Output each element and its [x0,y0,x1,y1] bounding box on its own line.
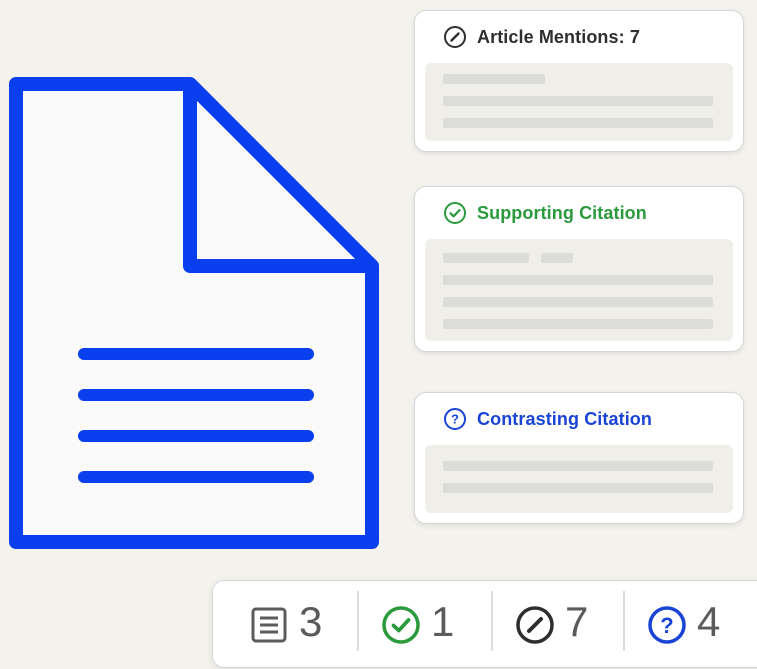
card-title: Contrasting Citation [477,408,652,429]
card-title: Article Mentions: 7 [477,26,640,47]
card-title: Supporting Citation [477,202,647,223]
documents-count: 3 [299,598,323,645]
card-header: Supporting Citation [443,201,647,225]
svg-text:?: ? [660,613,673,638]
document-lines-icon [249,605,289,645]
divider [623,591,625,651]
contrasting-citation-card[interactable]: ? Contrasting Citation [414,392,744,524]
contrasting-stat[interactable]: ? 4 [647,581,720,669]
mentions-count: 7 [565,598,589,645]
supporting-citation-card[interactable]: Supporting Citation [414,186,744,352]
article-mentions-card[interactable]: Article Mentions: 7 [414,10,744,152]
check-circle-icon [443,201,467,225]
check-circle-icon [381,605,421,645]
card-preview [425,239,733,341]
citation-stats-bar: 3 1 7 ? 4 [212,580,757,668]
card-header: ? Contrasting Citation [443,407,652,431]
mentions-stat[interactable]: 7 [515,581,588,669]
documents-stat[interactable]: 3 [249,581,322,669]
question-circle-icon: ? [647,605,687,645]
document-icon [9,77,379,549]
divider [357,591,359,651]
supporting-count: 1 [431,598,455,645]
divider [491,591,493,651]
question-circle-icon: ? [443,407,467,431]
document-illustration [8,76,380,550]
svg-text:?: ? [451,412,459,427]
card-header: Article Mentions: 7 [443,25,640,49]
pencil-circle-icon [443,25,467,49]
card-preview [425,445,733,513]
pencil-circle-icon [515,605,555,645]
supporting-stat[interactable]: 1 [381,581,454,669]
card-preview [425,63,733,141]
contrasting-count: 4 [697,598,721,645]
